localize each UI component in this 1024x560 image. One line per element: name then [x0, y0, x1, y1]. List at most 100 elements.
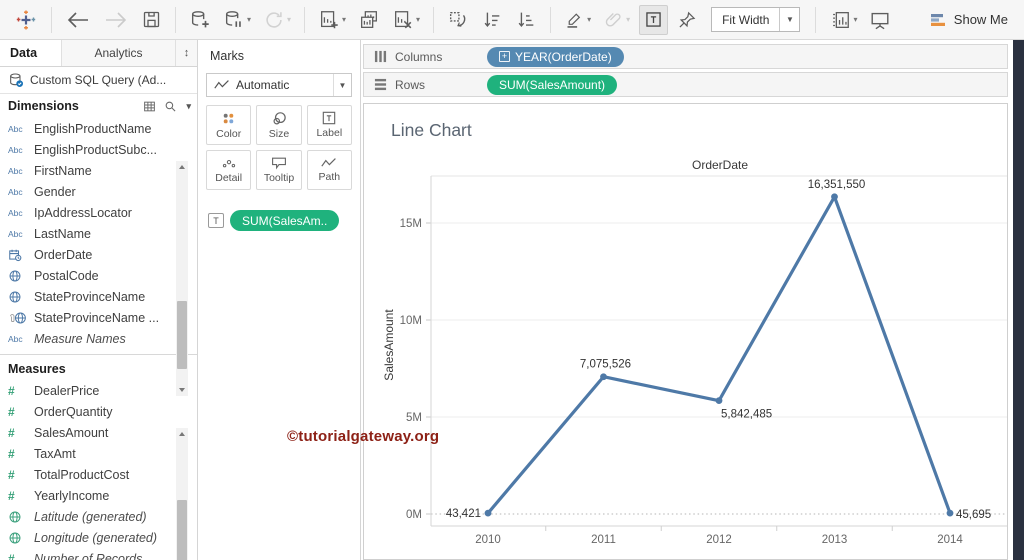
measure-field-taxamt[interactable]: # TaxAmt [0, 443, 197, 464]
chevron-down-icon[interactable]: ▾ [342, 15, 346, 24]
number-icon: # [8, 446, 15, 461]
dimension-field-stateprovincename-[interactable]: StateProvinceName ... [0, 307, 197, 328]
chevron-down-icon[interactable]: ▾ [247, 15, 251, 24]
marks-pill-sum-salesamount[interactable]: SUM(SalesAm.. [230, 210, 340, 231]
number-icon: # [8, 425, 15, 440]
save-button[interactable] [138, 5, 165, 35]
data-point-2010 [484, 509, 492, 517]
measure-field-totalproductcost[interactable]: # TotalProductCost [0, 464, 197, 485]
expand-plus-icon[interactable]: + [499, 51, 510, 62]
size-icon [273, 111, 286, 124]
tooltip-icon [272, 157, 286, 170]
data-label: 16,351,550 [808, 179, 866, 191]
measures-title: Measures [8, 361, 66, 376]
scroll-up-icon[interactable] [176, 428, 188, 440]
show-mark-labels-button[interactable] [639, 4, 669, 35]
pane-swap-icon[interactable]: ↕ [175, 40, 197, 66]
new-worksheet-button[interactable]: ▾ [315, 5, 349, 35]
chevron-down-icon[interactable]: ▾ [587, 15, 591, 24]
scroll-up-icon[interactable] [176, 161, 188, 173]
measure-field-number-of-records[interactable]: # Number of Records [0, 548, 197, 560]
columns-shelf[interactable]: Columns + YEAR(OrderDate) [363, 44, 1008, 69]
scrollbar-thumb[interactable] [177, 500, 187, 560]
window-right-scroll-strip[interactable] [1013, 40, 1024, 560]
group-members-button[interactable]: ▾ [600, 5, 633, 35]
undo-button[interactable] [62, 5, 94, 35]
data-label: 45,695 [956, 509, 991, 521]
number-icon: # [8, 404, 15, 419]
dimensions-menu-caret-icon[interactable]: ▾ [186, 101, 191, 112]
mark-type-dropdown[interactable]: Automatic ▼ [206, 73, 352, 97]
show-me-button[interactable]: Show Me [930, 12, 1008, 28]
rows-icon [374, 78, 387, 91]
fix-axes-pin-button[interactable] [674, 5, 700, 35]
path-button[interactable]: Path [306, 150, 352, 190]
worksheet-view[interactable]: Line Chart OrderDate 0M 5M 10M 15M SalesAmou… [363, 103, 1008, 560]
abc-icon: Abc [8, 333, 23, 344]
tooltip-button[interactable]: Tooltip [256, 150, 302, 190]
dimension-field-ipaddresslocator[interactable]: Abc IpAddressLocator [0, 202, 197, 223]
tab-analytics[interactable]: Analytics [62, 40, 175, 66]
columns-pill-year-orderdate[interactable]: + YEAR(OrderDate) [487, 46, 624, 67]
worksheet-title: Line Chart [391, 120, 472, 140]
chevron-down-icon[interactable]: ▾ [416, 15, 420, 24]
fit-selector-dropdown-button[interactable]: ▼ [779, 8, 799, 31]
measure-field-orderquantity[interactable]: # OrderQuantity [0, 401, 197, 422]
color-button[interactable]: Color [206, 105, 252, 145]
dimension-field-lastname[interactable]: Abc LastName [0, 223, 197, 244]
highlight-button[interactable]: ▾ [561, 5, 594, 35]
line-series [486, 195, 952, 515]
duplicate-sheet-button[interactable] [355, 5, 383, 35]
show-mark-labels-toggle-button[interactable]: ▾ [826, 5, 860, 35]
number-icon: # [8, 467, 15, 482]
dimension-field-orderdate[interactable]: OrderDate [0, 244, 197, 265]
line-chart[interactable]: 0M 5M 10M 15M SalesAmount 2010 2011 2012 2013 201… [381, 166, 1008, 560]
swap-rows-columns-button[interactable] [444, 5, 472, 35]
fit-selector[interactable]: Fit Width ▼ [711, 7, 801, 32]
find-field-search-icon[interactable] [164, 100, 177, 113]
sort-descending-button[interactable] [512, 5, 540, 35]
detail-button[interactable]: Detail [206, 150, 252, 190]
clear-sheet-button[interactable]: ▾ [389, 5, 423, 35]
abc-icon: Abc [8, 144, 23, 155]
label-icon [323, 111, 336, 125]
label-button[interactable]: Label [306, 105, 352, 145]
new-data-source-button[interactable] [186, 5, 214, 35]
measure-field-latitude-generated-[interactable]: Latitude (generated) [0, 506, 197, 527]
size-button[interactable]: Size [256, 105, 302, 145]
chevron-down-icon[interactable]: ▼ [333, 74, 351, 96]
sort-ascending-button[interactable] [478, 5, 506, 35]
measure-field-yearlyincome[interactable]: # YearlyIncome [0, 485, 197, 506]
chevron-down-icon[interactable]: ▾ [853, 15, 857, 24]
redo-button[interactable] [100, 5, 132, 35]
dimension-field-measure-names[interactable]: Abc Measure Names [0, 328, 197, 349]
dimension-field-gender[interactable]: Abc Gender [0, 181, 197, 202]
dimension-field-firstname[interactable]: Abc FirstName [0, 160, 197, 181]
dimension-field-englishproductname[interactable]: Abc EnglishProductName [0, 118, 197, 139]
dimension-field-postalcode[interactable]: PostalCode [0, 265, 197, 286]
tab-data[interactable]: Data [0, 40, 62, 66]
scrollbar-thumb[interactable] [177, 301, 187, 369]
toolbar-separator [51, 6, 52, 33]
datasource-item[interactable]: Custom SQL Query (Ad... [0, 67, 197, 94]
run-auto-updates-button[interactable]: ▾ [260, 5, 294, 35]
pause-auto-updates-button[interactable]: ▾ [220, 5, 254, 35]
measure-field-salesamount[interactable]: # SalesAmount [0, 422, 197, 443]
measures-list: # DealerPrice # OrderQuantity # SalesAmo… [0, 380, 197, 560]
dimension-field-stateprovincename[interactable]: StateProvinceName [0, 286, 197, 307]
measures-scrollbar[interactable] [176, 428, 188, 560]
chevron-down-icon: ▾ [287, 15, 292, 24]
view-data-grid-icon[interactable] [143, 100, 156, 113]
x-tick-label: 2014 [937, 534, 963, 546]
line-mark-icon [214, 80, 229, 89]
columns-label: Columns [395, 49, 443, 64]
measure-field-dealerprice[interactable]: # DealerPrice [0, 380, 197, 401]
calendar-icon [8, 248, 34, 262]
dimension-field-englishproductsubc-[interactable]: Abc EnglishProductSubc... [0, 139, 197, 160]
measure-field-longitude-generated-[interactable]: Longitude (generated) [0, 527, 197, 548]
dimensions-scrollbar[interactable] [176, 161, 188, 396]
presentation-mode-button[interactable] [866, 5, 894, 35]
rows-shelf[interactable]: Rows SUM(SalesAmount) [363, 72, 1008, 97]
rows-pill-sum-salesamount[interactable]: SUM(SalesAmount) [487, 74, 618, 95]
tableau-logo-icon[interactable] [11, 5, 41, 35]
